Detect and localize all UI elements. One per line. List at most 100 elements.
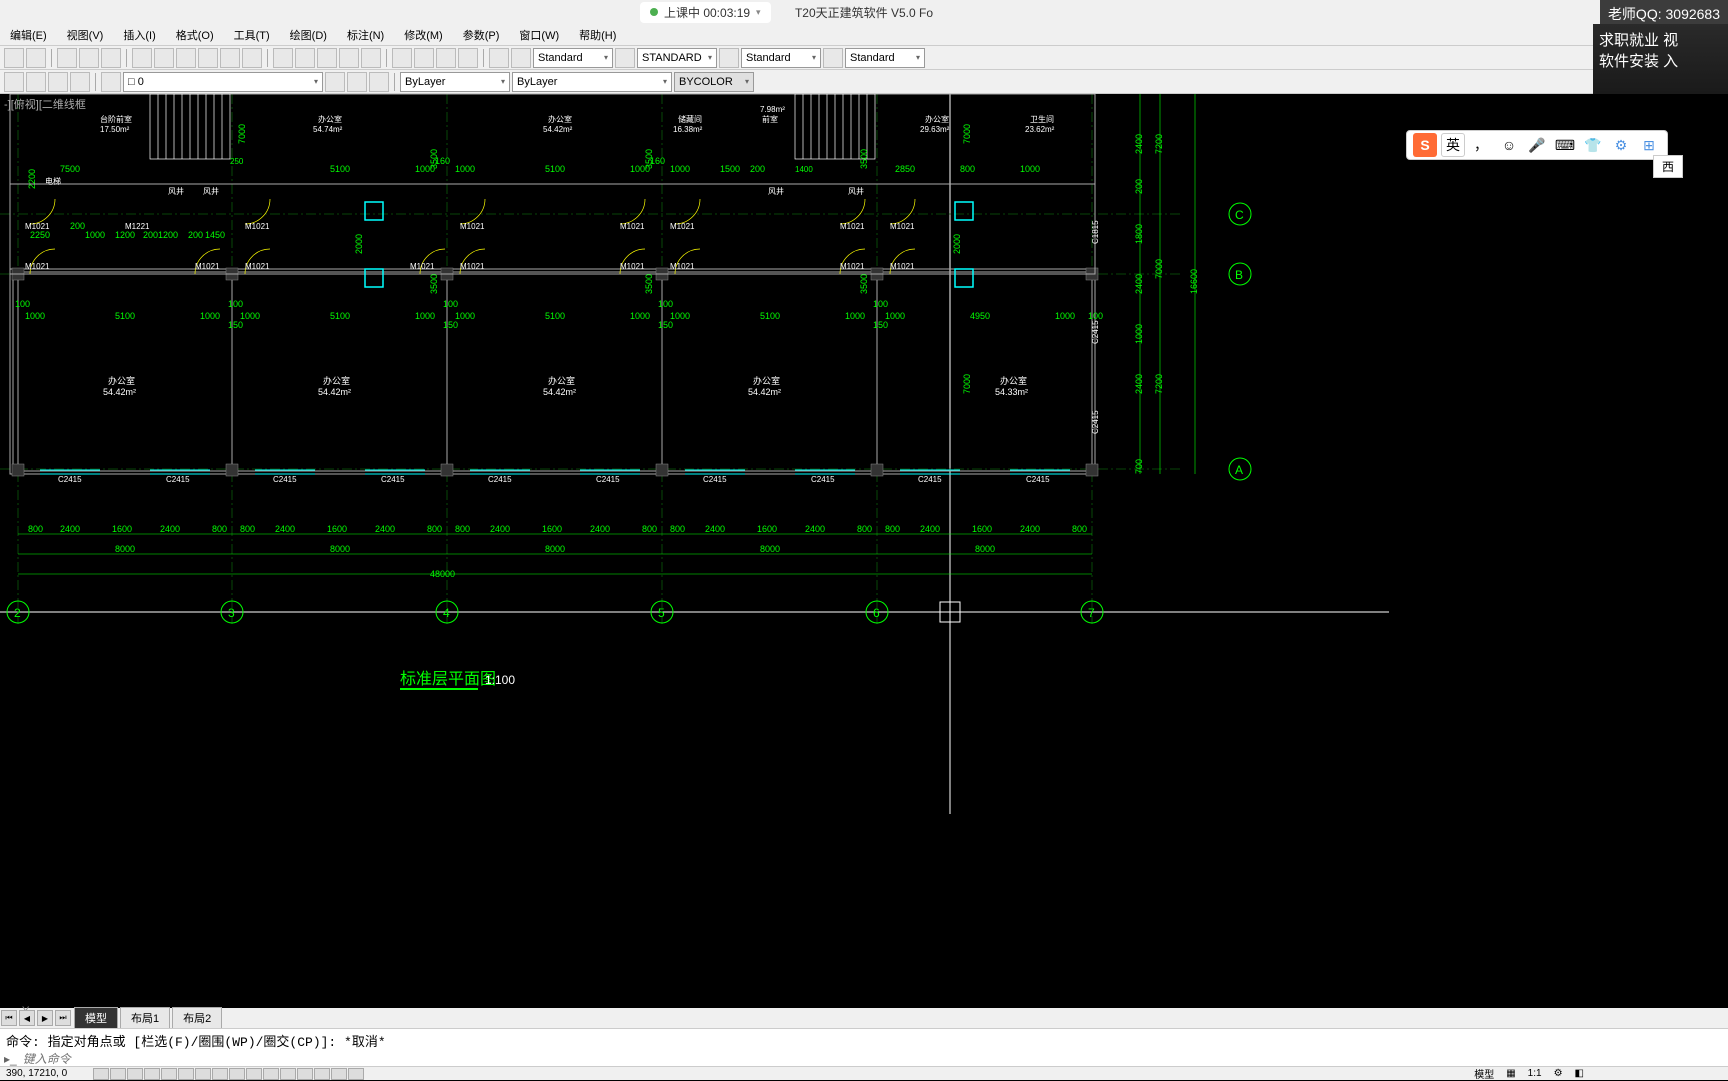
tool-icon[interactable] [101, 72, 121, 92]
tool-icon[interactable] [317, 48, 337, 68]
tool-icon[interactable] [489, 48, 509, 68]
tpy-toggle[interactable] [246, 1068, 262, 1080]
status-icon[interactable]: ▦ [1502, 1068, 1519, 1079]
tool-icon[interactable] [70, 72, 90, 92]
tool-icon[interactable] [823, 48, 843, 68]
svg-text:16600: 16600 [1189, 269, 1199, 294]
text-style-dropdown[interactable]: Standard [533, 48, 613, 68]
tool-icon[interactable] [57, 48, 77, 68]
tool-icon[interactable] [361, 48, 381, 68]
tool-icon[interactable] [176, 48, 196, 68]
menu-dim[interactable]: 标注(N) [337, 27, 394, 43]
viewport-label[interactable]: -][俯视][二维线框 [4, 96, 86, 112]
ime-lang[interactable]: 英 [1441, 133, 1465, 157]
menu-format[interactable]: 格式(O) [166, 27, 224, 43]
tool-icon[interactable] [26, 48, 46, 68]
ime-punct-icon[interactable]: ， [1469, 133, 1493, 157]
model-space-label[interactable]: 模型 [1470, 1066, 1498, 1081]
tab-model[interactable]: 模型 [74, 1007, 118, 1029]
am-toggle[interactable] [297, 1068, 313, 1080]
tool-icon[interactable] [132, 48, 152, 68]
grid-toggle[interactable] [110, 1068, 126, 1080]
menu-tools[interactable]: 工具(T) [224, 27, 280, 43]
tool-icon[interactable] [242, 48, 262, 68]
osnap-toggle[interactable] [161, 1068, 177, 1080]
layer-dropdown[interactable]: □ 0 [123, 72, 323, 92]
snap-toggle[interactable] [93, 1068, 109, 1080]
ime-mic-icon[interactable]: 🎤 [1525, 133, 1549, 157]
tab-prev-icon[interactable]: ◀ [19, 1010, 35, 1026]
menu-edit[interactable]: 编辑(E) [0, 27, 57, 43]
mleader-style-dropdown[interactable]: Standard [845, 48, 925, 68]
svg-text:2400: 2400 [275, 524, 295, 534]
tool-icon[interactable] [347, 72, 367, 92]
menu-param[interactable]: 参数(P) [453, 27, 510, 43]
status-icon[interactable]: ⚙ [1550, 1068, 1567, 1079]
dyn-toggle[interactable] [212, 1068, 228, 1080]
tool-icon[interactable] [26, 72, 46, 92]
tool-icon[interactable] [392, 48, 412, 68]
ortho-toggle[interactable] [127, 1068, 143, 1080]
live-status-pill[interactable]: 上课中 00:03:19 ▾ [640, 2, 771, 23]
ime-tool-icon[interactable]: ⚙ [1609, 133, 1633, 157]
svg-text:7: 7 [1088, 606, 1095, 620]
table-style-dropdown[interactable]: Standard [741, 48, 821, 68]
polar-toggle[interactable] [144, 1068, 160, 1080]
tab-first-icon[interactable]: ⏮ [1, 1010, 17, 1026]
tab-layout2[interactable]: 布局2 [172, 1007, 222, 1029]
anno-scale[interactable]: 1:1 [1524, 1068, 1546, 1079]
menu-modify[interactable]: 修改(M) [394, 27, 453, 43]
ime-toolbar[interactable]: S 英 ， ☺ 🎤 ⌨ 👕 ⚙ ⊞ [1406, 130, 1668, 160]
tool-icon[interactable] [48, 72, 68, 92]
tab-next-icon[interactable]: ▶ [37, 1010, 53, 1026]
tool-icon[interactable] [273, 48, 293, 68]
status-toggle[interactable] [348, 1068, 364, 1080]
tool-icon[interactable] [101, 48, 121, 68]
menu-help[interactable]: 帮助(H) [569, 27, 626, 43]
ime-keyboard-icon[interactable]: ⌨ [1553, 133, 1577, 157]
sogou-icon[interactable]: S [1413, 133, 1437, 157]
lineweight-dropdown[interactable]: BYCOLOR [674, 72, 754, 92]
menu-draw[interactable]: 绘图(D) [280, 27, 337, 43]
tool-icon[interactable] [369, 72, 389, 92]
tool-icon[interactable] [325, 72, 345, 92]
sc-toggle[interactable] [280, 1068, 296, 1080]
svg-text:7000: 7000 [962, 124, 972, 144]
dim-style-dropdown[interactable]: STANDARD [637, 48, 717, 68]
menu-view[interactable]: 视图(V) [57, 27, 114, 43]
tool-icon[interactable] [719, 48, 739, 68]
ime-grid-icon[interactable]: ⊞ [1637, 133, 1661, 157]
linetype-dropdown[interactable]: ByLayer [512, 72, 672, 92]
otrack-toggle[interactable] [178, 1068, 194, 1080]
tool-icon[interactable] [458, 48, 478, 68]
menu-insert[interactable]: 插入(I) [113, 27, 165, 43]
tool-icon[interactable] [295, 48, 315, 68]
status-toggle[interactable] [314, 1068, 330, 1080]
tool-icon[interactable] [79, 48, 99, 68]
tab-layout1[interactable]: 布局1 [120, 1007, 170, 1029]
status-icon[interactable]: ◧ [1571, 1068, 1588, 1079]
lwt-toggle[interactable] [229, 1068, 245, 1080]
tool-icon[interactable] [339, 48, 359, 68]
tool-icon[interactable] [436, 48, 456, 68]
command-input[interactable] [23, 1052, 1724, 1066]
color-dropdown[interactable]: ByLayer [400, 72, 510, 92]
tool-icon[interactable] [154, 48, 174, 68]
drawing-canvas[interactable]: -][俯视][二维线框 2 3 4 5 6 7 A B C [0, 94, 1728, 1010]
tool-icon[interactable] [414, 48, 434, 68]
ime-emoji-icon[interactable]: ☺ [1497, 133, 1521, 157]
tool-icon[interactable] [511, 48, 531, 68]
qp-toggle[interactable] [263, 1068, 279, 1080]
ducs-toggle[interactable] [195, 1068, 211, 1080]
tool-icon[interactable] [4, 72, 24, 92]
svg-text:800: 800 [960, 164, 975, 174]
status-toggle[interactable] [331, 1068, 347, 1080]
menu-window[interactable]: 窗口(W) [509, 27, 569, 43]
tool-icon[interactable] [615, 48, 635, 68]
tool-icon[interactable] [220, 48, 240, 68]
tool-icon[interactable] [4, 48, 24, 68]
tab-last-icon[interactable]: ⏭ [55, 1010, 71, 1026]
tool-icon[interactable] [198, 48, 218, 68]
ime-skin-icon[interactable]: 👕 [1581, 133, 1605, 157]
svg-text:2200: 2200 [27, 169, 37, 189]
